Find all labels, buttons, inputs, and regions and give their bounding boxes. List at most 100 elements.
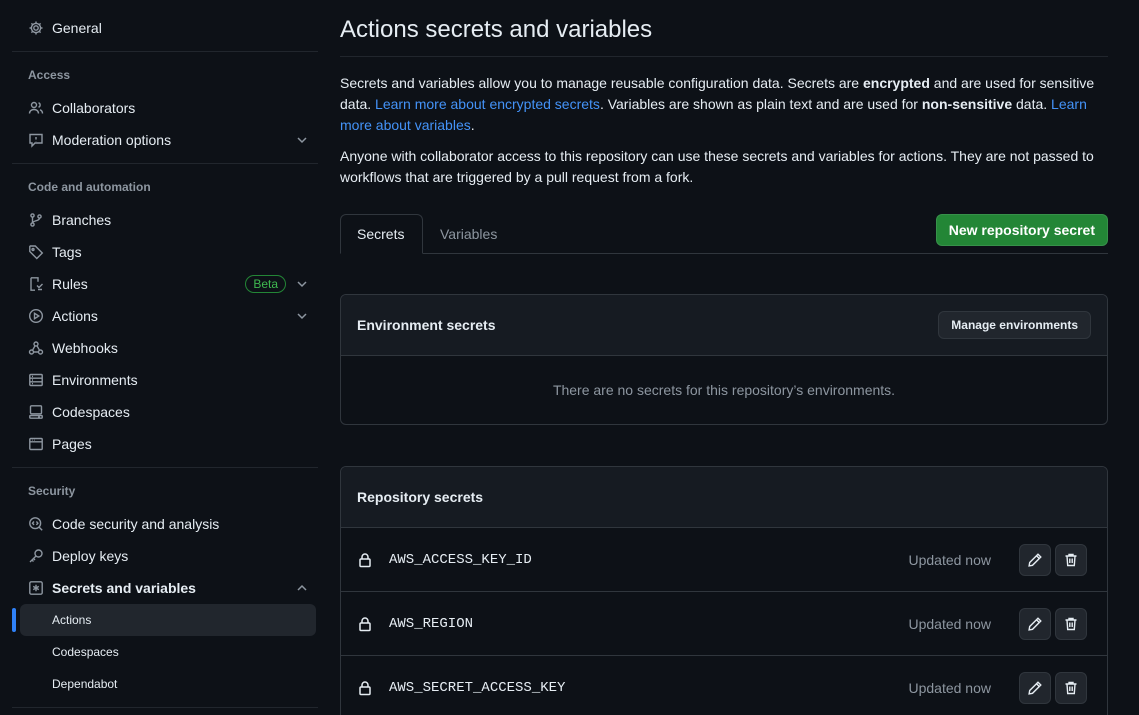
chevron-down-icon[interactable]: [294, 308, 310, 324]
sidebar-item-tags[interactable]: Tags: [20, 236, 318, 268]
webhook-icon: [28, 340, 44, 356]
codespaces-icon: [28, 404, 44, 420]
environment-secrets-box: Environment secrets Manage environments …: [340, 294, 1108, 425]
play-icon: [28, 308, 44, 324]
repository-secrets-header: Repository secrets: [341, 467, 1107, 528]
tag-icon: [28, 244, 44, 260]
title-divider: [340, 56, 1108, 57]
codescan-icon: [28, 516, 44, 532]
sidebar-item-label: Collaborators: [52, 100, 136, 116]
sidebar-subitem-dependabot[interactable]: Dependabot: [20, 668, 316, 700]
environment-secrets-empty-state: There are no secrets for this repository…: [552, 382, 896, 398]
secret-name: AWS_ACCESS_KEY_ID: [389, 551, 532, 568]
sidebar-item-label: General: [52, 20, 102, 36]
people-icon: [28, 100, 44, 116]
delete-secret-button[interactable]: [1055, 672, 1087, 704]
lock-icon: [357, 552, 373, 568]
rules-icon: [28, 276, 44, 292]
sidebar-item-secrets-and-variables[interactable]: Secrets and variables: [20, 572, 318, 604]
chevron-up-icon[interactable]: [294, 580, 310, 596]
chevron-down-icon[interactable]: [294, 132, 310, 148]
sidebar-item-label: Code security and analysis: [52, 516, 220, 532]
sidebar-item-label: Pages: [52, 436, 92, 452]
repository-secrets-list: AWS_ACCESS_KEY_ID Updated now AWS_REGION…: [341, 528, 1107, 715]
key-icon: [28, 548, 44, 564]
report-icon: [28, 132, 44, 148]
sidebar-heading-access: Access: [28, 68, 71, 82]
sidebar-divider: [12, 163, 318, 164]
lock-icon: [357, 680, 373, 696]
secret-updated: Updated now: [908, 680, 991, 696]
sidebar-item-label: Codespaces: [52, 404, 130, 420]
asterisk-icon: [28, 580, 44, 596]
sidebar-item-webhooks[interactable]: Webhooks: [20, 332, 318, 364]
pencil-icon: [1028, 681, 1042, 695]
page-title: Actions secrets and variables: [340, 16, 653, 43]
learn-more-secrets-link[interactable]: Learn more about encrypted secrets: [375, 96, 600, 112]
new-repository-secret-button[interactable]: New repository secret: [935, 214, 1108, 246]
sidebar-divider: [12, 51, 318, 52]
edit-secret-button[interactable]: [1019, 543, 1051, 576]
sidebar-item-label: Webhooks: [52, 340, 118, 356]
sidebar-divider: [12, 707, 318, 708]
sidebar-item-codespaces[interactable]: Codespaces: [20, 396, 318, 428]
sidebar-item-environments[interactable]: Environments: [20, 364, 318, 396]
environment-secrets-header: Environment secrets Manage environments: [341, 295, 1107, 356]
description-bold-encrypted: encrypted: [862, 75, 930, 91]
trash-icon: [1065, 681, 1077, 695]
sidebar-item-collaborators[interactable]: Collaborators: [20, 92, 318, 124]
sidebar-item-label: Branches: [52, 212, 112, 228]
pencil-icon: [1028, 552, 1042, 567]
description-bold-non-sensitive: non-sensitive: [921, 96, 1013, 112]
description-text: data.: [1012, 96, 1052, 112]
sidebar-item-general[interactable]: General: [20, 12, 318, 44]
sidebar-subitem-codespaces[interactable]: Codespaces: [20, 636, 316, 668]
sidebar-item-pages[interactable]: Pages: [20, 428, 318, 460]
sidebar-divider: [12, 467, 318, 468]
tab-secrets[interactable]: Secrets: [340, 214, 423, 254]
delete-secret-button[interactable]: [1055, 607, 1087, 640]
repository-secrets-box: Repository secrets AWS_ACCESS_KEY_ID Upd…: [340, 466, 1108, 715]
sidebar-item-code-security[interactable]: Code security and analysis: [20, 508, 318, 540]
sidebar-item-label: Tags: [52, 244, 82, 260]
sidebar-item-branches[interactable]: Branches: [20, 204, 318, 236]
trash-icon: [1065, 617, 1077, 630]
secret-name: AWS_SECRET_ACCESS_KEY: [389, 680, 566, 696]
settings-sidebar: General Access Collaborators Moderation …: [12, 0, 318, 715]
description-text: . Variables are shown as plain text and …: [599, 96, 922, 112]
server-icon: [28, 372, 44, 388]
secret-row: AWS_REGION Updated now: [341, 592, 1107, 656]
sidebar-item-label: Deploy keys: [52, 548, 129, 564]
collaborator-note: Anyone with collaborator access to this …: [340, 148, 1094, 185]
git-branch-icon: [28, 212, 44, 228]
sidebar-heading-security: Security: [28, 484, 76, 498]
sidebar-item-deploy-keys[interactable]: Deploy keys: [20, 540, 318, 572]
sidebar-item-label: Secrets and variables: [52, 580, 196, 596]
tab-variables[interactable]: Variables: [424, 214, 513, 254]
active-indicator: [12, 608, 16, 632]
gear-icon: [28, 20, 44, 36]
sidebar-item-label: Rules: [52, 276, 88, 292]
secret-row: AWS_SECRET_ACCESS_KEY Updated now: [341, 656, 1107, 715]
manage-environments-button[interactable]: Manage environments: [938, 311, 1091, 339]
edit-secret-button[interactable]: [1019, 672, 1051, 704]
edit-secret-button[interactable]: [1019, 607, 1051, 640]
description-text: .: [470, 117, 475, 133]
browser-icon: [28, 436, 44, 452]
app-root: General Access Collaborators Moderation …: [0, 0, 1139, 715]
sidebar-heading-code: Code and automation: [28, 180, 151, 194]
sidebar-item-rules[interactable]: Rules Beta: [20, 268, 318, 300]
sidebar-item-moderation[interactable]: Moderation options: [20, 124, 318, 156]
chevron-down-icon[interactable]: [294, 276, 310, 292]
delete-secret-button[interactable]: [1055, 543, 1087, 576]
repository-secrets-title: Repository secrets: [357, 489, 484, 505]
sidebar-item-label: Moderation options: [52, 132, 172, 148]
sidebar-subitem-actions[interactable]: Actions: [20, 604, 316, 636]
beta-badge: Beta: [245, 275, 286, 293]
secret-row: AWS_ACCESS_KEY_ID Updated now: [341, 528, 1107, 592]
environment-secrets-title: Environment secrets: [357, 317, 496, 333]
sidebar-item-label: Actions: [52, 308, 98, 324]
description-text: Secrets and variables allow you to manag…: [340, 75, 863, 91]
secret-updated: Updated now: [908, 551, 991, 568]
sidebar-item-actions[interactable]: Actions: [20, 300, 318, 332]
